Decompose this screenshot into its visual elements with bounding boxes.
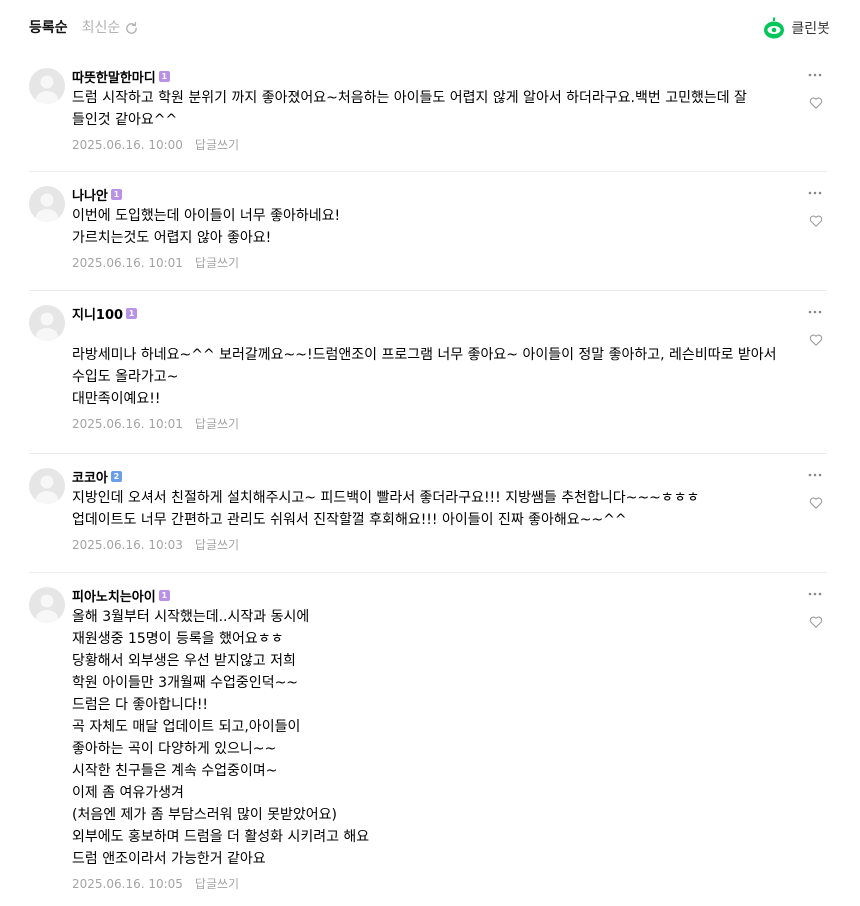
comment-nickname[interactable]: 코코아 bbox=[72, 467, 108, 486]
reply-button[interactable]: 답글쓰기 bbox=[195, 538, 239, 552]
more-options-icon[interactable] bbox=[807, 470, 823, 480]
avatar[interactable] bbox=[29, 587, 65, 623]
comment-text: 이번에 도입했는데 아이들이 너무 좋아하네요! 가르치는것도 어렵지 않아 좋… bbox=[72, 208, 341, 246]
sort-latest-label: 최신순 bbox=[81, 20, 121, 36]
comment-date: 2025.06.16. 10:00 bbox=[72, 138, 183, 152]
default-profile-icon bbox=[36, 594, 58, 623]
avatar[interactable] bbox=[29, 468, 65, 504]
avatar[interactable] bbox=[29, 305, 65, 341]
avatar[interactable] bbox=[29, 186, 65, 222]
member-level-badge: 2 bbox=[110, 470, 122, 482]
comment-item: 나나안 1 이번에 도입했는데 아이들이 너무 좋아하네요! 가르치는것도 어렵… bbox=[29, 172, 827, 291]
cleanbot-label: 클린봇 bbox=[791, 21, 830, 37]
comment-item: 코코아 2 지방인데 오셔서 친절하게 설치해주시고~ 피드백이 빨라서 좋더라… bbox=[29, 454, 827, 573]
like-heart-icon[interactable] bbox=[809, 96, 823, 110]
member-level-badge: 1 bbox=[158, 70, 170, 82]
more-options-icon[interactable] bbox=[807, 70, 823, 80]
comment-text: 라방세미나 하네요~^^ 보러갈께요~~!드럼앤조이 프로그램 너무 좋아요~ … bbox=[72, 347, 777, 407]
cleanbot-icon bbox=[764, 17, 785, 39]
more-options-icon[interactable] bbox=[807, 188, 823, 198]
comment-text: 올해 3월부터 시작했는데..시작과 동시에 재원생중 15명이 등록을 했어요… bbox=[72, 609, 370, 867]
comment-item: 지니100 1 라방세미나 하네요~^^ 보러갈께요~~!드럼앤조이 프로그램 … bbox=[29, 291, 827, 454]
more-options-icon[interactable] bbox=[807, 589, 823, 599]
reply-button[interactable]: 답글쓰기 bbox=[195, 417, 239, 431]
default-profile-icon bbox=[36, 75, 58, 104]
avatar[interactable] bbox=[29, 68, 65, 104]
reply-button[interactable]: 답글쓰기 bbox=[195, 877, 239, 891]
comment-nickname[interactable]: 나나안 bbox=[72, 185, 108, 204]
like-heart-icon[interactable] bbox=[809, 333, 823, 347]
cleanbot-button[interactable]: 클린봇 bbox=[763, 17, 830, 39]
comment-date: 2025.06.16. 10:01 bbox=[72, 256, 183, 270]
comment-date: 2025.06.16. 10:01 bbox=[72, 417, 183, 431]
reply-button[interactable]: 답글쓰기 bbox=[195, 138, 239, 152]
comment-text: 드럼 시작하고 학원 분위기 까지 좋아졌어요~처음하는 아이들도 어렵지 않게… bbox=[72, 90, 752, 128]
comment-item: 따뜻한말한마디 1 드럼 시작하고 학원 분위기 까지 좋아졌어요~처음하는 아… bbox=[29, 54, 827, 172]
comment-nickname[interactable]: 피아노치는아이 bbox=[72, 586, 156, 605]
sort-registered-tab[interactable]: 등록순 bbox=[29, 14, 68, 42]
like-heart-icon[interactable] bbox=[809, 214, 823, 228]
comment-date: 2025.06.16. 10:03 bbox=[72, 538, 183, 552]
member-level-badge: 1 bbox=[110, 188, 122, 200]
member-level-badge: 1 bbox=[158, 589, 170, 601]
like-heart-icon[interactable] bbox=[809, 615, 823, 629]
default-profile-icon bbox=[36, 193, 58, 222]
reply-button[interactable]: 답글쓰기 bbox=[195, 256, 239, 270]
comment-nickname[interactable]: 지니100 bbox=[72, 304, 123, 323]
comment-item: 피아노치는아이 1 올해 3월부터 시작했는데..시작과 동시에 재원생중 15… bbox=[29, 573, 827, 906]
comment-date: 2025.06.16. 10:05 bbox=[72, 877, 183, 891]
comment-list: 따뜻한말한마디 1 드럼 시작하고 학원 분위기 까지 좋아졌어요~처음하는 아… bbox=[29, 54, 827, 906]
sort-latest-tab[interactable]: 최신순 bbox=[82, 14, 140, 42]
comment-page: 등록순 최신순 클린봇 따뜻한말한마디 1 드럼 시작하고 학원 분위기 까지 … bbox=[0, 0, 860, 900]
more-options-icon[interactable] bbox=[807, 307, 823, 317]
comment-text: 지방인데 오셔서 친절하게 설치해주시고~ 피드백이 빨라서 좋더라구요!!! … bbox=[72, 490, 700, 528]
like-heart-icon[interactable] bbox=[809, 496, 823, 510]
default-profile-icon bbox=[36, 312, 58, 341]
comment-nickname[interactable]: 따뜻한말한마디 bbox=[72, 67, 156, 86]
sort-bar: 등록순 최신순 클린봇 bbox=[29, 14, 830, 42]
member-level-badge: 1 bbox=[126, 307, 138, 319]
default-profile-icon bbox=[36, 475, 58, 504]
refresh-icon bbox=[126, 21, 138, 34]
